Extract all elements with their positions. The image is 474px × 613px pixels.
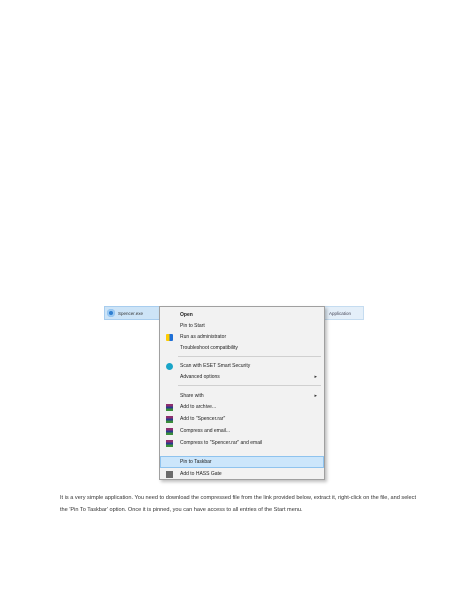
file-type-cell: Application: [324, 306, 364, 320]
menu-item-compress-to-rar-and-email[interactable]: Compress to "Spencer.rar" and email: [161, 438, 323, 448]
file-type: Application: [329, 310, 352, 316]
menu-item-add-to-hass-gate[interactable]: Add to HASS Gate: [161, 469, 323, 479]
winrar-icon: [166, 415, 173, 423]
menu-item-troubleshoot-compatibility[interactable]: Troubleshoot compatibility: [161, 343, 323, 353]
menu-item-open[interactable]: Open: [161, 310, 323, 320]
menu-item-pin-to-start[interactable]: Pin to Start: [161, 321, 323, 331]
menu-item-label: Scan with ESET Smart Security: [180, 363, 251, 369]
menu-item-label: Run as administrator: [180, 334, 227, 340]
menu-separator: [178, 385, 321, 386]
menu-item-share-with[interactable]: Share with ▸: [161, 391, 323, 401]
menu-item-pin-to-taskbar[interactable]: Pin to Taskbar: [160, 456, 324, 468]
winrar-icon: [166, 439, 173, 447]
menu-item-add-to-archive[interactable]: Add to archive...: [161, 402, 323, 412]
file-list-item-spencer[interactable]: Spencer.exe: [104, 306, 160, 320]
application-icon: [107, 309, 115, 317]
caption-paragraph: It is a very simple application. You nee…: [60, 495, 417, 513]
winrar-icon: [166, 403, 173, 411]
menu-item-scan-eset[interactable]: Scan with ESET Smart Security: [161, 361, 323, 371]
menu-item-label: Share with: [180, 393, 204, 399]
menu-item-label: Advanced options: [180, 374, 220, 380]
menu-item-label: Add to archive...: [180, 404, 217, 410]
menu-item-label: Open: [180, 312, 193, 318]
winrar-icon: [166, 427, 173, 435]
menu-item-label: Troubleshoot compatibility: [180, 345, 238, 351]
menu-item-label: Compress to "Spencer.rar" and email: [180, 440, 263, 446]
menu-item-label: Compress and email...: [180, 428, 231, 434]
hash-icon: [166, 470, 173, 478]
context-menu: Open Pin to Start Run as administrator T…: [159, 306, 325, 480]
menu-item-label: Pin to Taskbar: [180, 459, 212, 465]
submenu-arrow-icon: ▸: [314, 393, 317, 399]
menu-item-label: Pin to Start: [180, 323, 205, 329]
menu-separator: [178, 356, 321, 357]
menu-item-label: Add to HASS Gate: [180, 471, 222, 477]
menu-item-label: Add to "Spencer.rar": [180, 416, 226, 422]
menu-item-advanced-options[interactable]: Advanced options ▸: [161, 372, 323, 382]
menu-item-add-to-rar[interactable]: Add to "Spencer.rar": [161, 414, 323, 424]
menu-item-run-as-administrator[interactable]: Run as administrator: [161, 332, 323, 342]
eset-icon: [166, 362, 173, 370]
menu-item-compress-and-email[interactable]: Compress and email...: [161, 426, 323, 436]
uac-shield-icon: [166, 333, 173, 341]
submenu-arrow-icon: ▸: [314, 374, 317, 380]
file-name: Spencer.exe: [118, 310, 144, 316]
